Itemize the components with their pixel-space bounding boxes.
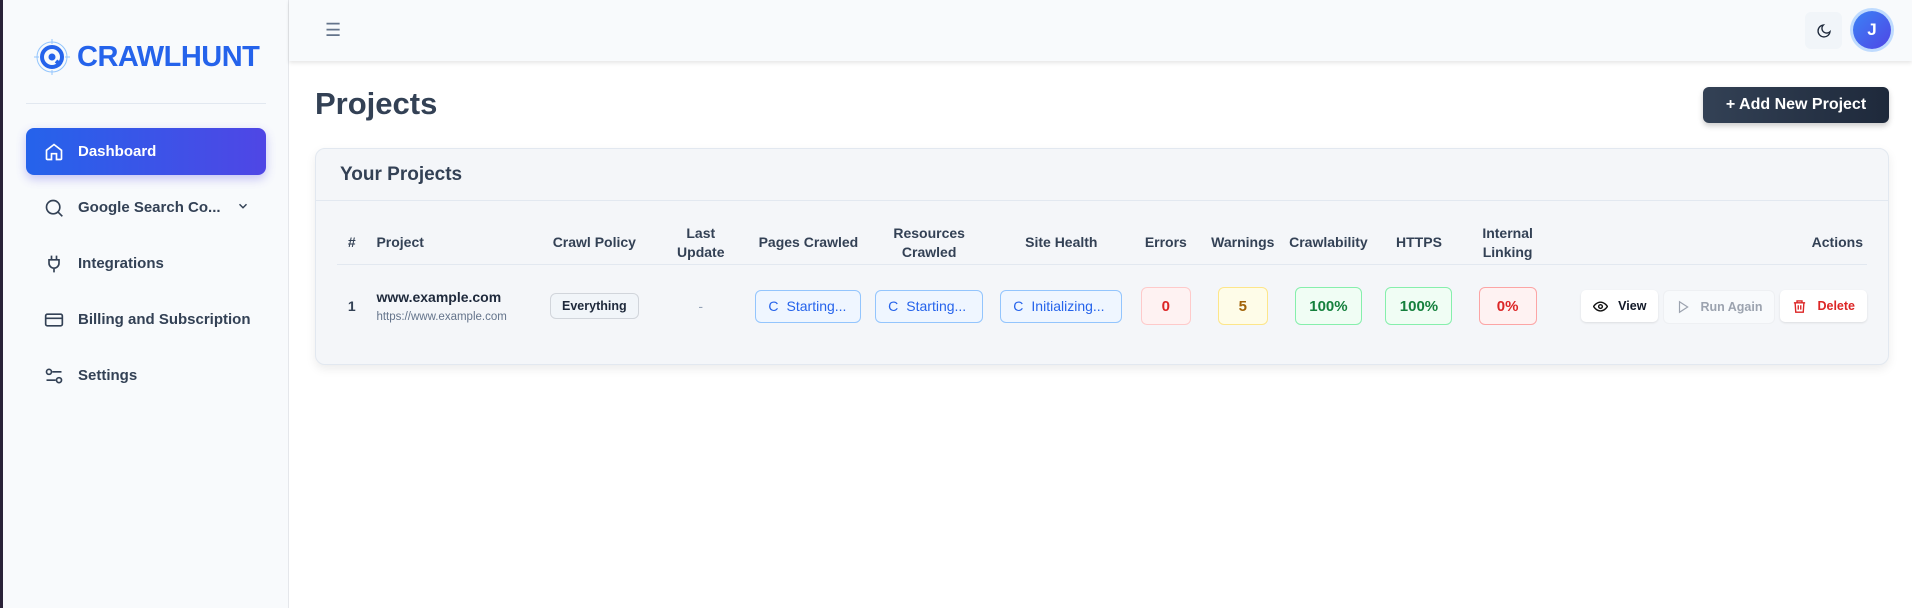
table-header-row: # Project Crawl Policy Last Update Pages… xyxy=(337,222,1867,265)
status-text: Initializing... xyxy=(1031,298,1105,315)
sidebar-item-google-search-console[interactable]: Google Search Co... xyxy=(26,184,266,231)
add-new-project-button[interactable]: + Add New Project xyxy=(1703,87,1889,123)
column-header: Site Health xyxy=(993,222,1129,265)
row-index: 1 xyxy=(347,298,356,315)
delete-button[interactable]: Delete xyxy=(1780,290,1867,322)
column-header: Errors xyxy=(1128,222,1204,265)
menu-icon[interactable]: ☰ xyxy=(325,20,341,41)
logo[interactable]: CRAWLHUNT xyxy=(33,38,260,76)
eye-icon xyxy=(1593,300,1609,312)
sidebar-item-label: Integrations xyxy=(78,255,164,272)
chevron-down-icon[interactable] xyxy=(236,199,250,213)
spinner-icon: C xyxy=(768,298,779,315)
sidebar-item-billing[interactable]: Billing and Subscription xyxy=(26,296,266,343)
sidebar-item-integrations[interactable]: Integrations xyxy=(26,240,266,287)
errors-badge: 0 xyxy=(1140,287,1191,326)
status-text: Starting... xyxy=(906,298,967,315)
avatar[interactable]: J xyxy=(1853,11,1891,49)
theme-toggle-button[interactable] xyxy=(1805,12,1842,49)
last-update: - xyxy=(698,298,704,315)
view-button[interactable]: View xyxy=(1581,290,1659,322)
button-label: Delete xyxy=(1817,299,1855,313)
project-url: https://www.example.com xyxy=(376,311,507,324)
column-header: Resources Crawled xyxy=(864,222,994,265)
column-header: Pages Crawled xyxy=(752,222,865,265)
search-icon xyxy=(45,199,63,217)
sidebar-item-settings[interactable]: Settings xyxy=(26,352,266,399)
column-header: Internal Linking xyxy=(1463,222,1552,265)
column-header: Last Update xyxy=(649,222,753,265)
sidebar-item-label: Settings xyxy=(78,367,138,384)
column-header: Warnings xyxy=(1203,222,1283,265)
sidebar-nav: Dashboard Google Search Co... Integratio… xyxy=(26,128,266,408)
home-icon xyxy=(45,142,63,160)
projects-card: Your Projects # Project Crawl Policy Las… xyxy=(315,148,1889,365)
play-icon xyxy=(1679,300,1690,313)
sidebar: CRAWLHUNT Dashboard Google Search Co... … xyxy=(3,0,289,608)
spinner-icon: C xyxy=(1013,298,1024,315)
pages-crawled-status: C Starting... xyxy=(755,289,862,323)
brand-name: CRAWLHUNT xyxy=(77,40,260,73)
projects-table: # Project Crawl Policy Last Update Pages… xyxy=(337,222,1867,348)
column-header: # xyxy=(337,222,367,265)
card-title: Your Projects xyxy=(316,149,1888,201)
resources-crawled-status: C Starting... xyxy=(875,289,984,323)
button-label: Run Again xyxy=(1700,299,1763,314)
column-header: Actions xyxy=(1551,222,1867,265)
column-header: Project xyxy=(366,222,540,265)
table-row: 1 www.example.com https://www.example.co… xyxy=(337,264,1867,348)
topbar: ☰ J xyxy=(289,0,1912,61)
column-header: Crawl Policy xyxy=(539,222,650,265)
https-badge: 100% xyxy=(1385,287,1453,326)
button-label: View xyxy=(1618,299,1647,313)
credit-card-icon xyxy=(44,312,64,327)
divider xyxy=(26,103,266,104)
project-name[interactable]: www.example.com xyxy=(376,289,539,305)
sidebar-item-label: Google Search Co... xyxy=(78,199,221,216)
trash-icon xyxy=(1794,299,1806,313)
sliders-icon xyxy=(45,368,63,383)
column-header: HTTPS xyxy=(1374,222,1464,265)
run-again-button[interactable]: Run Again xyxy=(1664,290,1775,323)
moon-icon xyxy=(1816,23,1831,38)
sidebar-item-label: Billing and Subscription xyxy=(78,311,251,328)
plug-icon xyxy=(48,255,60,272)
status-text: Starting... xyxy=(786,298,847,315)
spinner-icon: C xyxy=(888,298,899,315)
crawl-policy-badge: Everything xyxy=(550,293,639,320)
warnings-badge: 5 xyxy=(1217,287,1268,326)
logo-icon xyxy=(34,39,70,75)
page-title: Projects xyxy=(315,86,438,121)
site-health-status: C Initializing... xyxy=(1000,289,1123,323)
internal-linking-badge: 0% xyxy=(1478,287,1537,326)
column-header: Crawlability xyxy=(1282,222,1375,265)
sidebar-item-dashboard[interactable]: Dashboard xyxy=(26,128,266,175)
crawlability-badge: 100% xyxy=(1294,287,1362,326)
sidebar-item-label: Dashboard xyxy=(78,143,157,160)
